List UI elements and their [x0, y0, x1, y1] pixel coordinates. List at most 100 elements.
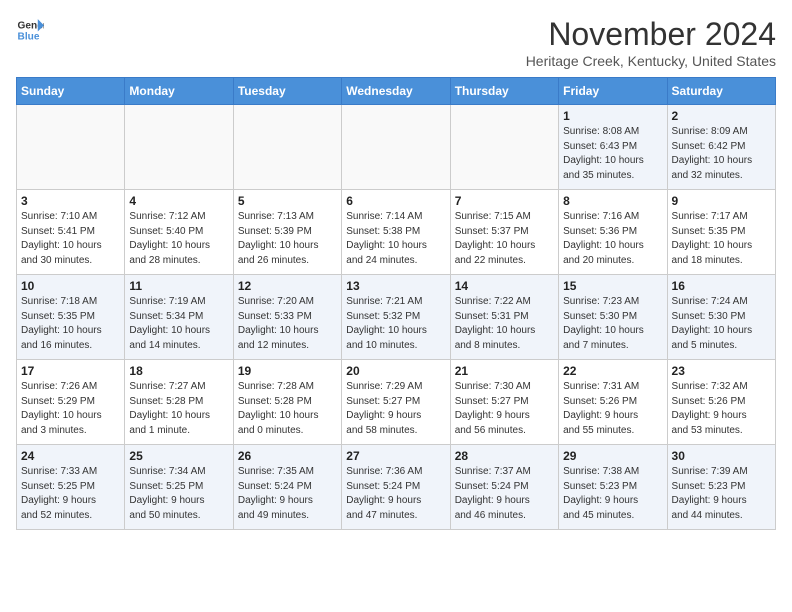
day-info: Sunrise: 7:37 AM Sunset: 5:24 PM Dayligh… [455, 465, 554, 523]
weekday-header-wednesday: Wednesday [342, 78, 450, 105]
calendar-cell [17, 105, 125, 190]
day-number: 19 [238, 364, 337, 378]
calendar-cell: 12 Sunrise: 7:20 AM Sunset: 5:33 PM Dayli… [233, 275, 341, 360]
day-number: 9 [672, 194, 771, 208]
day-number: 28 [455, 449, 554, 463]
day-info: Sunrise: 7:13 AM Sunset: 5:39 PM Dayligh… [238, 210, 337, 268]
day-info: Sunrise: 7:28 AM Sunset: 5:28 PM Dayligh… [238, 380, 337, 438]
day-number: 20 [346, 364, 445, 378]
weekday-header-saturday: Saturday [667, 78, 775, 105]
day-info: Sunrise: 7:29 AM Sunset: 5:27 PM Dayligh… [346, 380, 445, 438]
day-info: Sunrise: 7:26 AM Sunset: 5:29 PM Dayligh… [21, 380, 120, 438]
calendar-cell: 2 Sunrise: 8:09 AM Sunset: 6:42 PM Daylig… [667, 105, 775, 190]
calendar-cell: 18 Sunrise: 7:27 AM Sunset: 5:28 PM Dayli… [125, 360, 233, 445]
day-info: Sunrise: 8:09 AM Sunset: 6:42 PM Dayligh… [672, 125, 771, 183]
week-row-5: 24Sunrise: 7:33 AM Sunset: 5:25 PM Dayli… [17, 445, 776, 530]
page-header: General Blue November 2024 Heritage Cree… [16, 16, 776, 69]
calendar-cell: 30 Sunrise: 7:39 AM Sunset: 5:23 PM Dayli… [667, 445, 775, 530]
page-subtitle: Heritage Creek, Kentucky, United States [526, 53, 776, 69]
page-title: November 2024 [526, 16, 776, 53]
calendar-cell: 27 Sunrise: 7:36 AM Sunset: 5:24 PM Dayli… [342, 445, 450, 530]
week-row-3: 10Sunrise: 7:18 AM Sunset: 5:35 PM Dayli… [17, 275, 776, 360]
day-number: 16 [672, 279, 771, 293]
calendar-table: SundayMondayTuesdayWednesdayThursdayFrid… [16, 77, 776, 530]
day-info: Sunrise: 7:15 AM Sunset: 5:37 PM Dayligh… [455, 210, 554, 268]
weekday-header-sunday: Sunday [17, 78, 125, 105]
day-info: Sunrise: 7:36 AM Sunset: 5:24 PM Dayligh… [346, 465, 445, 523]
day-number: 13 [346, 279, 445, 293]
day-info: Sunrise: 7:17 AM Sunset: 5:35 PM Dayligh… [672, 210, 771, 268]
calendar-cell: 1 Sunrise: 8:08 AM Sunset: 6:43 PM Daylig… [559, 105, 667, 190]
calendar-cell [233, 105, 341, 190]
week-row-4: 17 Sunrise: 7:26 AM Sunset: 5:29 PM Dayli… [17, 360, 776, 445]
week-row-1: 1 Sunrise: 8:08 AM Sunset: 6:43 PM Daylig… [17, 105, 776, 190]
day-number: 29 [563, 449, 662, 463]
logo-icon: General Blue [16, 16, 44, 44]
calendar-cell: 11 Sunrise: 7:19 AM Sunset: 5:34 PM Dayli… [125, 275, 233, 360]
calendar-cell: 8 Sunrise: 7:16 AM Sunset: 5:36 PM Daylig… [559, 190, 667, 275]
calendar-cell [125, 105, 233, 190]
day-number: 3 [21, 194, 120, 208]
day-number: 26 [238, 449, 337, 463]
day-info: Sunrise: 7:39 AM Sunset: 5:23 PM Dayligh… [672, 465, 771, 523]
day-number: 17 [21, 364, 120, 378]
day-number: 6 [346, 194, 445, 208]
day-info: Sunrise: 7:14 AM Sunset: 5:38 PM Dayligh… [346, 210, 445, 268]
day-number: 18 [129, 364, 228, 378]
day-info: Sunrise: 7:21 AM Sunset: 5:32 PM Dayligh… [346, 295, 445, 353]
calendar-cell: 6 Sunrise: 7:14 AM Sunset: 5:38 PM Daylig… [342, 190, 450, 275]
day-number: 2 [672, 109, 771, 123]
weekday-header-row: SundayMondayTuesdayWednesdayThursdayFrid… [17, 78, 776, 105]
day-info: Sunrise: 7:34 AM Sunset: 5:25 PM Dayligh… [129, 465, 228, 523]
calendar-cell [450, 105, 558, 190]
day-info: Sunrise: 7:23 AM Sunset: 5:30 PM Dayligh… [563, 295, 662, 353]
day-number: 23 [672, 364, 771, 378]
calendar-cell: 26 Sunrise: 7:35 AM Sunset: 5:24 PM Dayli… [233, 445, 341, 530]
day-number: 8 [563, 194, 662, 208]
day-info: Sunrise: 7:31 AM Sunset: 5:26 PM Dayligh… [563, 380, 662, 438]
week-row-2: 3Sunrise: 7:10 AM Sunset: 5:41 PM Daylig… [17, 190, 776, 275]
calendar-cell: 28 Sunrise: 7:37 AM Sunset: 5:24 PM Dayli… [450, 445, 558, 530]
calendar-cell: 29 Sunrise: 7:38 AM Sunset: 5:23 PM Dayli… [559, 445, 667, 530]
calendar-cell: 24Sunrise: 7:33 AM Sunset: 5:25 PM Dayli… [17, 445, 125, 530]
calendar-cell: 23 Sunrise: 7:32 AM Sunset: 5:26 PM Dayli… [667, 360, 775, 445]
calendar-cell: 15 Sunrise: 7:23 AM Sunset: 5:30 PM Dayli… [559, 275, 667, 360]
svg-text:Blue: Blue [18, 31, 40, 42]
day-number: 5 [238, 194, 337, 208]
day-info: Sunrise: 7:19 AM Sunset: 5:34 PM Dayligh… [129, 295, 228, 353]
calendar-cell: 14Sunrise: 7:22 AM Sunset: 5:31 PM Dayli… [450, 275, 558, 360]
day-info: Sunrise: 7:27 AM Sunset: 5:28 PM Dayligh… [129, 380, 228, 438]
day-number: 11 [129, 279, 228, 293]
day-number: 30 [672, 449, 771, 463]
day-number: 27 [346, 449, 445, 463]
day-info: Sunrise: 7:38 AM Sunset: 5:23 PM Dayligh… [563, 465, 662, 523]
title-block: November 2024 Heritage Creek, Kentucky, … [526, 16, 776, 69]
day-info: Sunrise: 7:33 AM Sunset: 5:25 PM Dayligh… [21, 465, 120, 523]
day-number: 10 [21, 279, 120, 293]
calendar-cell: 25 Sunrise: 7:34 AM Sunset: 5:25 PM Dayli… [125, 445, 233, 530]
day-number: 21 [455, 364, 554, 378]
day-info: Sunrise: 8:08 AM Sunset: 6:43 PM Dayligh… [563, 125, 662, 183]
day-number: 12 [238, 279, 337, 293]
calendar-cell: 22 Sunrise: 7:31 AM Sunset: 5:26 PM Dayli… [559, 360, 667, 445]
day-number: 22 [563, 364, 662, 378]
day-info: Sunrise: 7:22 AM Sunset: 5:31 PM Dayligh… [455, 295, 554, 353]
day-info: Sunrise: 7:12 AM Sunset: 5:40 PM Dayligh… [129, 210, 228, 268]
day-number: 1 [563, 109, 662, 123]
day-info: Sunrise: 7:16 AM Sunset: 5:36 PM Dayligh… [563, 210, 662, 268]
day-number: 15 [563, 279, 662, 293]
day-info: Sunrise: 7:32 AM Sunset: 5:26 PM Dayligh… [672, 380, 771, 438]
weekday-header-friday: Friday [559, 78, 667, 105]
weekday-header-tuesday: Tuesday [233, 78, 341, 105]
day-info: Sunrise: 7:20 AM Sunset: 5:33 PM Dayligh… [238, 295, 337, 353]
calendar-cell: 4 Sunrise: 7:12 AM Sunset: 5:40 PM Daylig… [125, 190, 233, 275]
day-info: Sunrise: 7:35 AM Sunset: 5:24 PM Dayligh… [238, 465, 337, 523]
calendar-cell: 19 Sunrise: 7:28 AM Sunset: 5:28 PM Dayli… [233, 360, 341, 445]
calendar-cell: 17 Sunrise: 7:26 AM Sunset: 5:29 PM Dayli… [17, 360, 125, 445]
day-number: 25 [129, 449, 228, 463]
calendar-cell: 10Sunrise: 7:18 AM Sunset: 5:35 PM Dayli… [17, 275, 125, 360]
weekday-header-thursday: Thursday [450, 78, 558, 105]
calendar-cell: 5 Sunrise: 7:13 AM Sunset: 5:39 PM Daylig… [233, 190, 341, 275]
day-number: 4 [129, 194, 228, 208]
calendar-cell: 3Sunrise: 7:10 AM Sunset: 5:41 PM Daylig… [17, 190, 125, 275]
